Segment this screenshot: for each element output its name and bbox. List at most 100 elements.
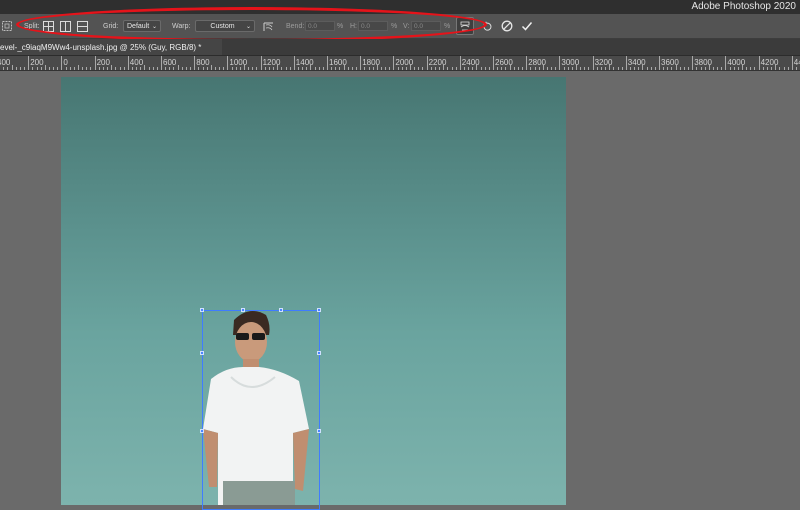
reset-icon[interactable] — [482, 14, 493, 38]
bend-field[interactable]: 0.0 — [305, 21, 335, 31]
ruler-minor-tick — [584, 67, 585, 70]
split-crosswise-icon[interactable] — [43, 14, 54, 38]
chevron-down-icon: ⌄ — [246, 23, 251, 30]
ruler-minor-tick — [248, 67, 249, 70]
ruler-minor-tick — [630, 67, 631, 70]
ruler-minor-tick — [290, 67, 291, 70]
ruler-tick-label: 600 — [163, 58, 176, 67]
ruler-minor-tick — [497, 67, 498, 70]
ruler-major-tick — [194, 56, 195, 70]
ruler-minor-tick — [580, 67, 581, 70]
ruler-minor-tick — [53, 67, 54, 70]
ruler-minor-tick — [215, 67, 216, 70]
ruler-tick-label: 400 — [130, 58, 143, 67]
ruler-minor-tick — [547, 67, 548, 70]
ruler-minor-tick — [207, 67, 208, 70]
ruler-minor-tick — [7, 67, 8, 70]
ruler-minor-tick — [398, 67, 399, 70]
bend-label: Bend: — [286, 23, 304, 30]
cancel-icon[interactable] — [501, 14, 513, 38]
ruler-minor-tick — [431, 67, 432, 70]
ruler-major-tick — [427, 56, 428, 70]
ruler-minor-tick — [588, 67, 589, 70]
warp-handle[interactable] — [200, 308, 204, 312]
ruler-minor-tick — [86, 67, 87, 70]
warp-tool-icon[interactable] — [1, 14, 13, 38]
ruler-minor-tick — [3, 67, 4, 70]
warp-handle[interactable] — [241, 308, 245, 312]
ruler-minor-tick — [730, 67, 731, 70]
ruler-minor-tick — [676, 65, 677, 70]
h-field[interactable]: 0.0 — [358, 21, 388, 31]
grid-dropdown[interactable]: Default ⌄ — [123, 20, 161, 32]
ruler-minor-tick — [136, 67, 137, 70]
warp-handle[interactable] — [317, 429, 321, 433]
ruler-minor-tick — [754, 67, 755, 70]
ruler-major-tick — [128, 56, 129, 70]
ruler-minor-tick — [369, 67, 370, 70]
ruler-minor-tick — [140, 67, 141, 70]
ruler-minor-tick — [107, 67, 108, 70]
ruler-minor-tick — [667, 67, 668, 70]
toggle-warp-mode-icon[interactable] — [456, 17, 474, 35]
warp-handle[interactable] — [317, 351, 321, 355]
ruler-minor-tick — [514, 67, 515, 70]
ruler-major-tick — [227, 56, 228, 70]
warp-handle[interactable] — [279, 308, 283, 312]
ruler-minor-tick — [447, 67, 448, 70]
ruler-minor-tick — [356, 67, 357, 70]
ruler-minor-tick — [402, 67, 403, 70]
warp-label: Warp: — [172, 23, 190, 30]
ruler-minor-tick — [518, 67, 519, 70]
v-field[interactable]: 0.0 — [411, 21, 441, 31]
split-vertical-icon[interactable] — [60, 14, 71, 38]
ruler-minor-tick — [49, 67, 50, 70]
warp-handle[interactable] — [317, 308, 321, 312]
ruler-minor-tick — [244, 65, 245, 70]
ruler-minor-tick — [613, 67, 614, 70]
ruler-minor-tick — [651, 67, 652, 70]
ruler-minor-tick — [302, 67, 303, 70]
ruler-minor-tick — [688, 67, 689, 70]
ruler-minor-tick — [331, 67, 332, 70]
ruler-minor-tick — [796, 67, 797, 70]
ruler-minor-tick — [510, 65, 511, 70]
change-warp-orientation-icon[interactable] — [262, 14, 275, 38]
ruler-minor-tick — [481, 67, 482, 70]
ruler-minor-tick — [501, 67, 502, 70]
ruler-major-tick — [393, 56, 394, 70]
ruler-minor-tick — [410, 65, 411, 70]
ruler-minor-tick — [310, 65, 311, 70]
ruler-minor-tick — [597, 67, 598, 70]
ruler-minor-tick — [742, 65, 743, 70]
warp-handle[interactable] — [200, 429, 204, 433]
ruler-minor-tick — [377, 65, 378, 70]
ruler-major-tick — [493, 56, 494, 70]
ruler-minor-tick — [696, 67, 697, 70]
commit-checkmark-icon[interactable] — [521, 14, 533, 38]
ruler-minor-tick — [211, 65, 212, 70]
ruler-minor-tick — [32, 67, 33, 70]
v-percent: % — [444, 23, 450, 30]
ruler-minor-tick — [16, 67, 17, 70]
warp-handle[interactable] — [200, 351, 204, 355]
ruler-minor-tick — [701, 67, 702, 70]
warp-bounding-box[interactable] — [202, 310, 320, 510]
ruler-minor-tick — [232, 67, 233, 70]
ruler-minor-tick — [551, 67, 552, 70]
ruler-minor-tick — [66, 67, 67, 70]
split-horizontal-icon[interactable] — [77, 14, 88, 38]
ruler-minor-tick — [344, 65, 345, 70]
ruler-minor-tick — [385, 67, 386, 70]
ruler-tick-label: 200 — [30, 58, 43, 67]
warp-dropdown[interactable]: Custom ⌄ — [195, 20, 255, 32]
ruler-major-tick — [659, 56, 660, 70]
options-bar: Split: Grid: Default ⌄ Warp: Custom ⌄ Be… — [0, 14, 800, 39]
ruler-minor-tick — [564, 67, 565, 70]
document-tab[interactable]: evel-_c9iaqM9Ww4-unsplash.jpg @ 25% (Guy… — [0, 39, 222, 55]
ruler-major-tick — [460, 56, 461, 70]
ruler-minor-tick — [373, 67, 374, 70]
ruler-major-tick — [327, 56, 328, 70]
ruler-minor-tick — [642, 65, 643, 70]
ruler-minor-tick — [705, 67, 706, 70]
